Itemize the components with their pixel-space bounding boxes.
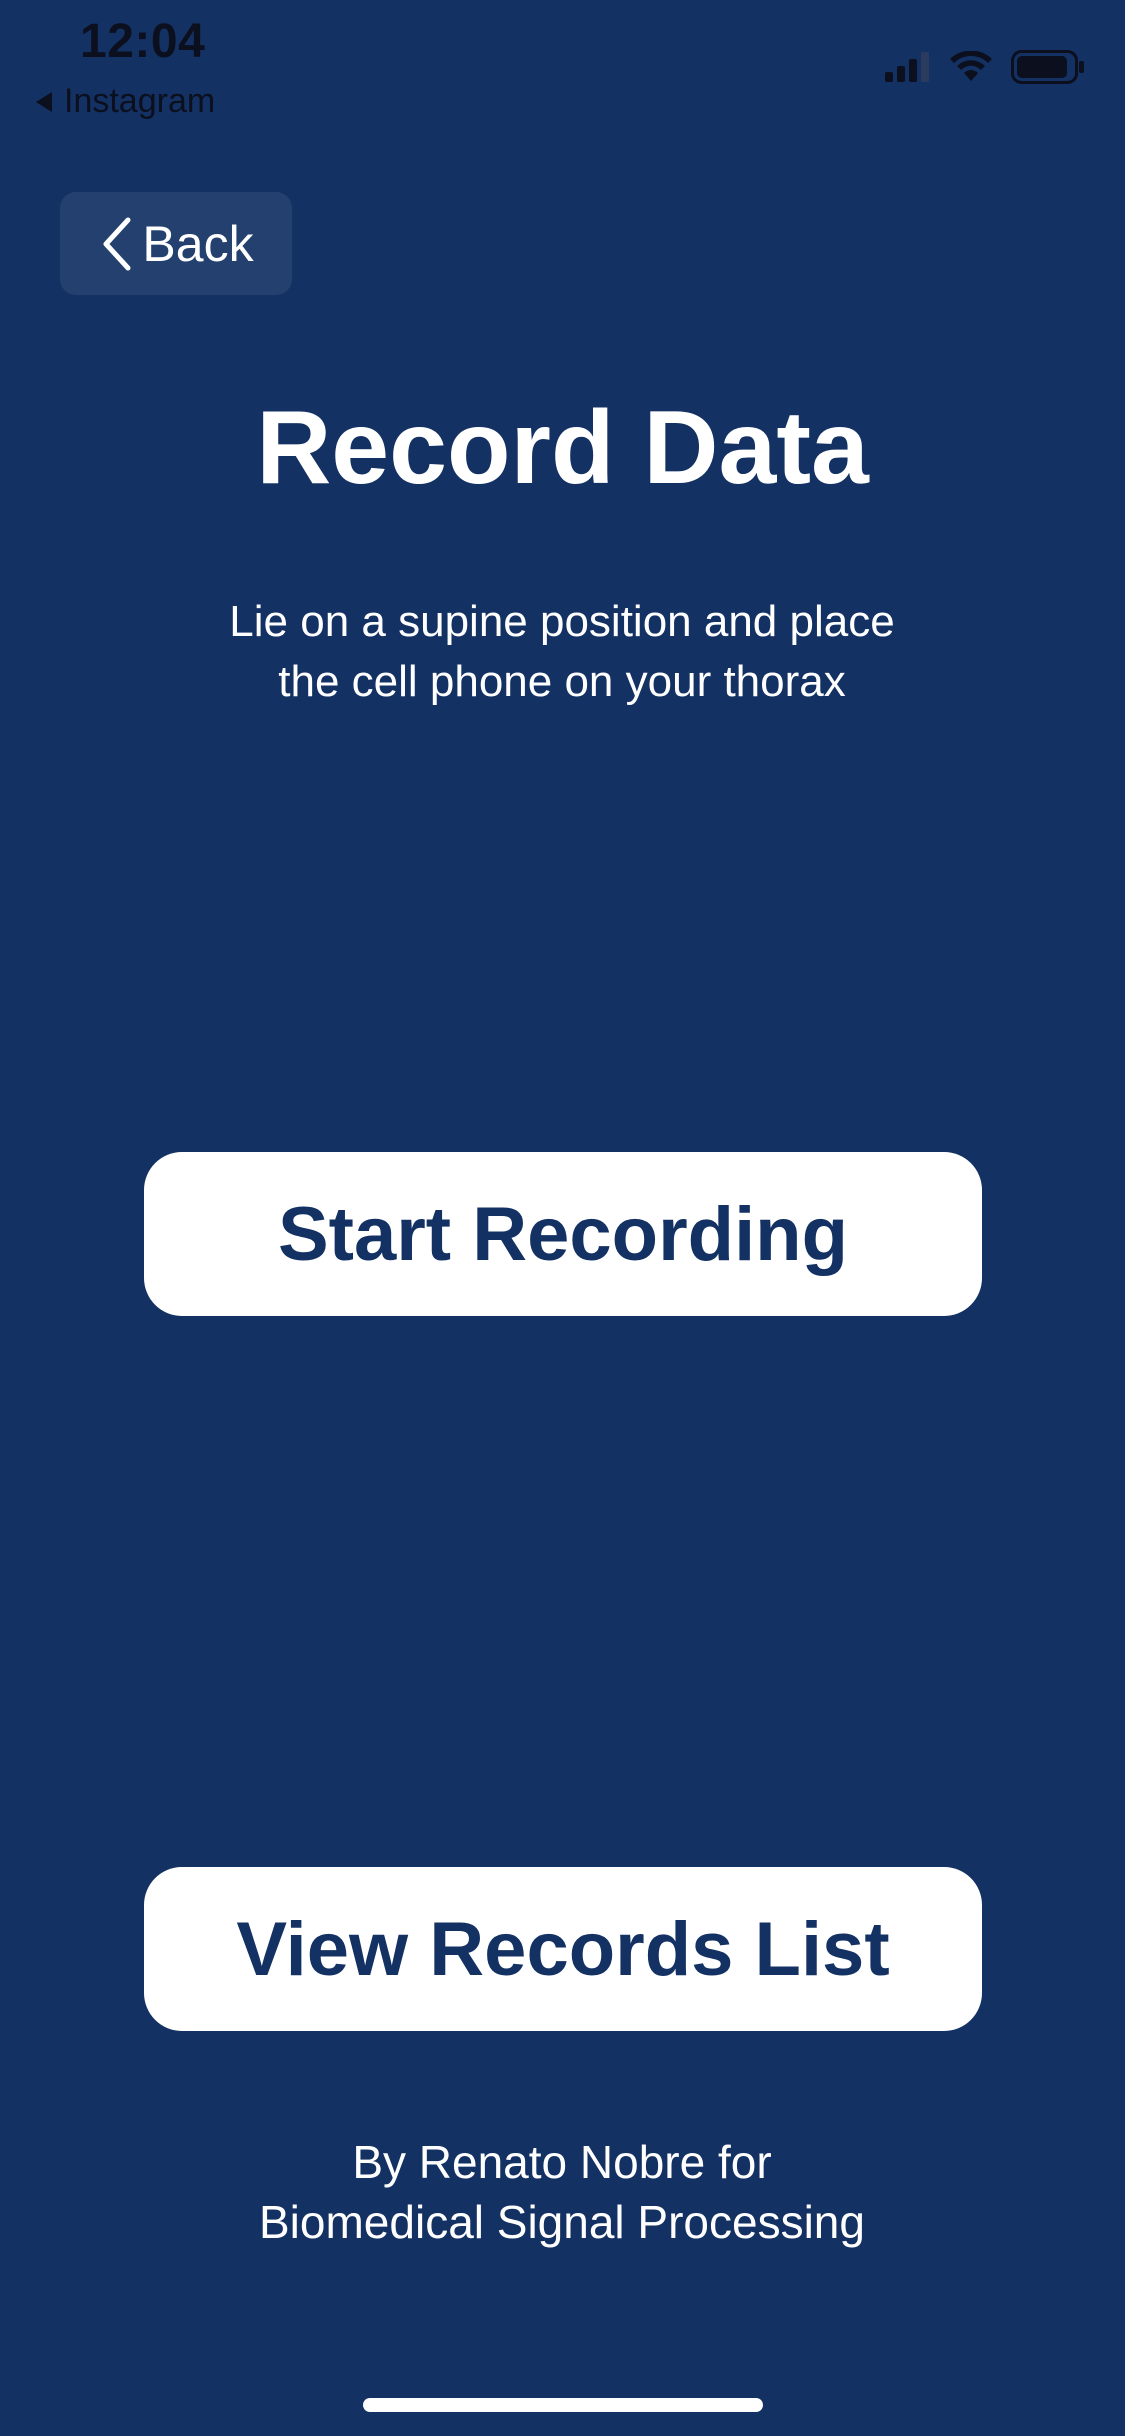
back-to-app-link[interactable]: Instagram: [36, 82, 215, 121]
instructions-line-2: the cell phone on your thorax: [278, 657, 846, 706]
view-records-list-label: View Records List: [236, 1906, 890, 1992]
home-indicator[interactable]: [363, 2398, 763, 2412]
record-data-screen: 12:04 Instagram Back Record Data Lie on …: [0, 0, 1125, 2436]
credit-line-1: By Renato Nobre for: [352, 2136, 772, 2188]
back-button-label: Back: [142, 215, 254, 272]
status-bar: 12:04 Instagram: [0, 0, 1125, 140]
status-time: 12:04: [80, 15, 206, 68]
page-title: Record Data: [256, 390, 869, 506]
chevron-left-icon: [103, 217, 131, 270]
start-recording-label: Start Recording: [277, 1191, 849, 1277]
signal-icon: [885, 52, 929, 82]
battery-icon: [1011, 50, 1084, 84]
start-recording-button[interactable]: Start Recording: [144, 1152, 982, 1316]
credit-text: By Renato Nobre for Biomedical Signal Pr…: [112, 2132, 1012, 2252]
wifi-icon: [950, 51, 992, 81]
instructions-line-1: Lie on a supine position and place: [229, 597, 895, 646]
back-to-app-arrow-icon: [36, 91, 52, 112]
back-button[interactable]: Back: [60, 192, 292, 295]
status-icons: [883, 50, 1085, 84]
credit-line-2: Biomedical Signal Processing: [259, 2196, 865, 2248]
instructions-text: Lie on a supine position and place the c…: [112, 592, 1012, 712]
back-to-app-label: Instagram: [64, 82, 216, 120]
view-records-list-button[interactable]: View Records List: [144, 1867, 982, 2031]
